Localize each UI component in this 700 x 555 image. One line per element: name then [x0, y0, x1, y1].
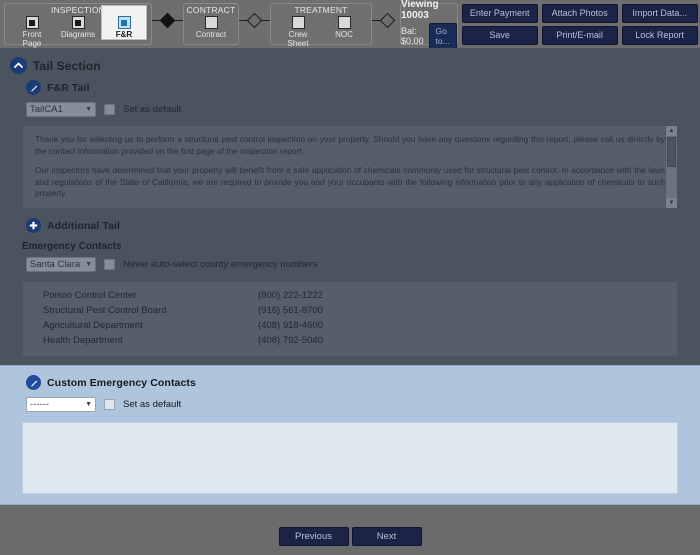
additional-tail-title: Additional Tail	[47, 219, 121, 232]
previous-button[interactable]: Previous	[278, 526, 349, 546]
balance-label: Bal: $0.00	[401, 26, 424, 46]
node-square-icon	[291, 16, 305, 29]
plus-add-icon[interactable]	[26, 218, 41, 233]
fr-tail-header[interactable]: F&R Tail	[0, 77, 700, 98]
contact-phone: (408) 792-5040	[258, 335, 323, 346]
contact-name: Health Department	[43, 335, 123, 346]
node-square-icon	[25, 16, 39, 29]
workflow-node-label: NOC	[335, 30, 353, 39]
next-button[interactable]: Next	[351, 526, 422, 546]
never-autoselect-label: Never auto-select county emergency numbe…	[123, 259, 318, 270]
scroll-down-arrow-icon[interactable]: ▼	[666, 198, 677, 208]
custom-emergency-contacts-panel: Custom Emergency Contacts ------ ▼ Set a…	[0, 365, 700, 505]
fr-tail-text-content: Thank you for selecting us to perform a …	[23, 126, 677, 209]
table-row: Structural Pest Control Board (916) 561-…	[23, 303, 677, 318]
workflow-node-label: Crew Sheet	[287, 30, 309, 48]
custom-emergency-contacts-textarea[interactable]	[22, 422, 678, 494]
workflow-group-label: INSPECTION	[51, 5, 105, 15]
contact-name: Agricultural Department	[43, 320, 143, 331]
node-square-icon	[204, 16, 218, 29]
workflow-group-inspection: INSPECTION Front Page Diagrams F&R	[4, 3, 152, 48]
workflow-node-label: Contract	[195, 30, 227, 39]
chevron-down-icon: ▼	[85, 106, 92, 113]
additional-tail-header[interactable]: Additional Tail	[0, 215, 700, 236]
action-button-grid: Enter Payment Attach Photos Import Data.…	[461, 3, 700, 45]
fr-tail-textarea[interactable]: Thank you for selecting us to perform a …	[22, 125, 678, 209]
tail-section-title: Tail Section	[33, 58, 101, 73]
workflow-diamond-icon	[159, 12, 176, 28]
workflow-node-label: Front Page	[22, 30, 42, 48]
chevron-down-icon: ▼	[85, 401, 92, 408]
fr-tail-template-value: TailCA1	[30, 104, 63, 115]
pencil-edit-icon[interactable]	[26, 80, 41, 95]
import-data-button[interactable]: Import Data...	[621, 3, 698, 23]
lock-report-button[interactable]: Lock Report	[621, 25, 698, 45]
attach-photos-button[interactable]: Attach Photos	[541, 3, 618, 23]
custom-emergency-controls-row: ------ ▼ Set as default	[0, 393, 700, 416]
fr-tail-template-select[interactable]: TailCA1 ▼	[26, 102, 96, 117]
fr-tail-set-default-label: Set as default	[123, 104, 182, 115]
tail-section-panel: Tail Section F&R Tail TailCA1 ▼ Set as d…	[0, 48, 700, 365]
custom-set-default-checkbox[interactable]	[104, 399, 115, 410]
contact-name: Poison Control Center	[43, 290, 137, 301]
fr-tail-paragraph: Our inspectors have determined that your…	[35, 165, 665, 198]
emergency-contacts-table: Poison Control Center (800) 222-1222 Str…	[22, 281, 678, 357]
footer-nav-bar: Previous Next	[0, 517, 700, 555]
save-button[interactable]: Save	[461, 25, 538, 45]
contact-name: Structural Pest Control Board	[43, 305, 167, 316]
custom-emergency-contacts-title: Custom Emergency Contacts	[47, 376, 196, 389]
county-value: Santa Clara	[30, 259, 81, 270]
workflow-group-contract: CONTRACT Contract	[183, 3, 239, 45]
tail-section-header[interactable]: Tail Section	[0, 54, 700, 77]
never-autoselect-checkbox[interactable]	[104, 259, 115, 270]
custom-template-value: ------	[30, 399, 49, 410]
workflow-node-label: Diagrams	[60, 30, 96, 39]
pencil-edit-icon[interactable]	[26, 375, 41, 390]
fr-tail-scrollbar[interactable]: ▲ ▼	[665, 126, 677, 208]
fr-tail-title: F&R Tail	[47, 81, 90, 94]
main-content: Tail Section F&R Tail TailCA1 ▼ Set as d…	[0, 48, 700, 555]
enter-payment-button[interactable]: Enter Payment	[461, 3, 538, 23]
top-toolbar: INSPECTION Front Page Diagrams F&R CONTR…	[0, 0, 700, 49]
chevron-up-icon[interactable]	[10, 57, 27, 74]
workflow-group-treatment: TREATMENT Crew Sheet NOC	[270, 3, 372, 48]
viewing-balance-row: Bal: $0.00 Go to...	[401, 23, 457, 49]
workflow-diamond-icon	[379, 12, 396, 28]
table-row: Health Department (408) 792-5040	[23, 333, 677, 348]
workflow-node-label: F&R	[115, 30, 133, 39]
contact-phone: (916) 561-8700	[258, 305, 323, 316]
emergency-contacts-controls-row: Santa Clara ▼ Never auto-select county e…	[0, 253, 700, 276]
contact-phone: (800) 222-1222	[258, 290, 323, 301]
fr-tail-set-default-checkbox[interactable]	[104, 104, 115, 115]
table-row: Poison Control Center (800) 222-1222	[23, 288, 677, 303]
workflow-group-label: TREATMENT	[294, 5, 348, 15]
custom-template-select[interactable]: ------ ▼	[26, 397, 96, 412]
viewing-panel: Viewing 10003 Bal: $0.00 Go to...	[400, 0, 458, 49]
fr-tail-paragraph: Thank you for selecting us to perform a …	[35, 134, 665, 156]
workflow-group-label: CONTRACT	[186, 5, 236, 15]
scrollbar-thumb[interactable]	[667, 137, 676, 167]
county-select[interactable]: Santa Clara ▼	[26, 257, 96, 272]
contact-phone: (408) 918-4600	[258, 320, 323, 331]
node-square-icon	[71, 16, 85, 29]
node-square-icon	[337, 16, 351, 29]
workflow-diamond-icon	[246, 12, 263, 28]
chevron-down-icon: ▼	[85, 261, 92, 268]
print-email-button[interactable]: Print/E-mail	[541, 25, 618, 45]
table-row: Agricultural Department (408) 918-4600	[23, 318, 677, 333]
scroll-up-arrow-icon[interactable]: ▲	[666, 126, 677, 136]
custom-set-default-label: Set as default	[123, 399, 182, 410]
emergency-contacts-label: Emergency Contacts	[22, 241, 122, 252]
node-square-icon	[117, 16, 131, 29]
custom-emergency-contacts-header[interactable]: Custom Emergency Contacts	[0, 372, 700, 393]
fr-tail-paragraph: Please take a few moments to read and be…	[35, 208, 665, 209]
viewing-title: Viewing 10003	[401, 0, 439, 21]
go-to-button[interactable]: Go to...	[428, 23, 457, 49]
fr-tail-controls-row: TailCA1 ▼ Set as default	[0, 98, 700, 121]
workflow-navigator: INSPECTION Front Page Diagrams F&R CONTR…	[4, 2, 396, 48]
